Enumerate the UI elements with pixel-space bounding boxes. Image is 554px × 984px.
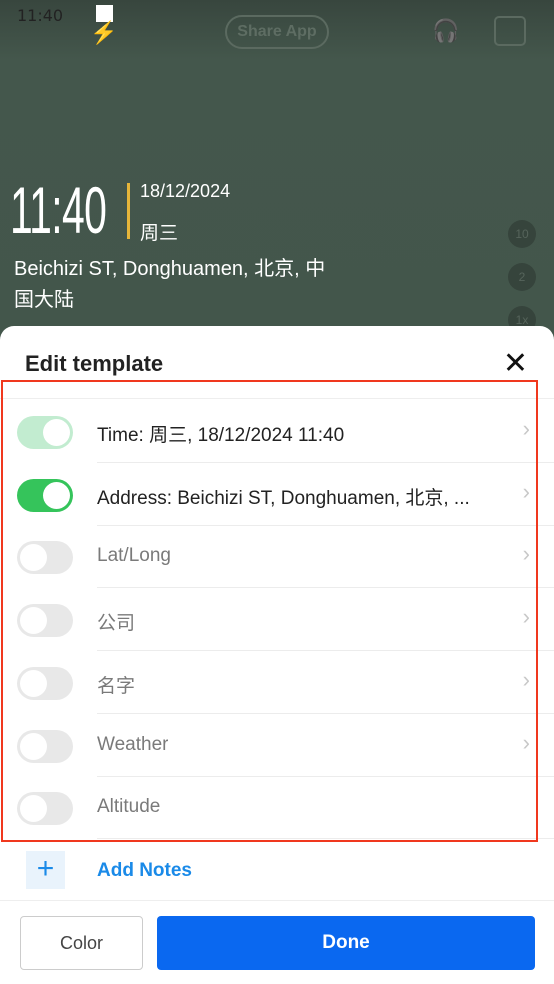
toggle-knob <box>20 732 47 760</box>
timer-2-button[interactable]: 2 <box>508 263 536 291</box>
chevron-right-icon[interactable]: › <box>523 541 530 567</box>
add-notes-plus-icon[interactable]: + <box>26 851 65 889</box>
flash-off-icon[interactable]: ⚡ <box>90 20 117 46</box>
chevron-right-icon[interactable]: › <box>523 479 530 505</box>
toggle-switch[interactable] <box>17 604 73 638</box>
item-label: Time: 周三, 18/12/2024 11:40 <box>97 425 345 446</box>
footer: Color Done <box>0 900 554 984</box>
template-item[interactable]: Lat/Long › <box>0 525 554 589</box>
toggle-switch[interactable] <box>17 729 73 763</box>
item-label: Weather <box>97 733 169 755</box>
template-item[interactable]: 公司 › <box>0 588 554 652</box>
close-icon[interactable]: ✕ <box>503 346 528 381</box>
share-app-button[interactable]: Share App <box>225 15 329 49</box>
item-label: Address: Beichizi ST, Donghuamen, 北京, ..… <box>97 487 470 509</box>
template-item[interactable]: Address: Beichizi ST, Donghuamen, 北京, ..… <box>0 463 554 526</box>
toggle-switch[interactable] <box>17 666 73 700</box>
item-label: Lat/Long <box>97 545 171 567</box>
template-item[interactable]: 名字 › <box>0 651 554 714</box>
toggle-knob <box>20 795 47 823</box>
toggle-switch[interactable] <box>17 541 73 575</box>
toggle-switch[interactable] <box>17 478 73 512</box>
status-time: 11:40 <box>17 6 64 25</box>
add-notes-button[interactable]: Add Notes <box>97 860 192 882</box>
camera-switch-icon[interactable] <box>494 16 526 46</box>
toggle-knob <box>20 607 47 635</box>
item-label: Altitude <box>97 796 161 818</box>
divider <box>0 398 554 399</box>
chevron-right-icon[interactable]: › <box>523 604 530 630</box>
divider <box>97 838 554 840</box>
toggle-knob <box>20 669 47 697</box>
divider <box>127 183 130 239</box>
item-label: 公司 <box>97 613 136 635</box>
toggle-knob <box>43 481 70 509</box>
template-item[interactable]: Time: 周三, 18/12/2024 11:40 › <box>0 400 554 463</box>
toggle-switch[interactable] <box>17 416 73 449</box>
timer-10-button[interactable]: 10 <box>508 220 536 248</box>
clock: 11:40 <box>10 173 107 247</box>
edit-template-sheet: Edit template ✕ Time: 周三, 18/12/2024 11:… <box>0 326 554 984</box>
sheet-title: Edit template <box>25 351 164 376</box>
chevron-right-icon[interactable]: › <box>523 730 530 756</box>
address: Beichizi ST, Donghuamen, 北京, 中国大陆 <box>14 258 326 311</box>
toggle-knob <box>43 419 70 446</box>
chevron-right-icon[interactable]: › <box>523 667 530 693</box>
headset-icon[interactable]: 🎧 <box>432 18 459 44</box>
done-button[interactable]: Done <box>157 916 535 970</box>
toggle-knob <box>20 544 47 572</box>
color-button[interactable]: Color <box>20 916 143 970</box>
template-item[interactable]: Altitude <box>0 776 554 840</box>
item-label: 名字 <box>97 675 136 697</box>
date: 18/12/2024 <box>140 181 231 201</box>
weekday: 周三 <box>140 223 179 244</box>
chevron-right-icon[interactable]: › <box>523 416 530 442</box>
toggle-switch[interactable] <box>17 792 73 826</box>
template-item[interactable]: Weather › <box>0 714 554 777</box>
